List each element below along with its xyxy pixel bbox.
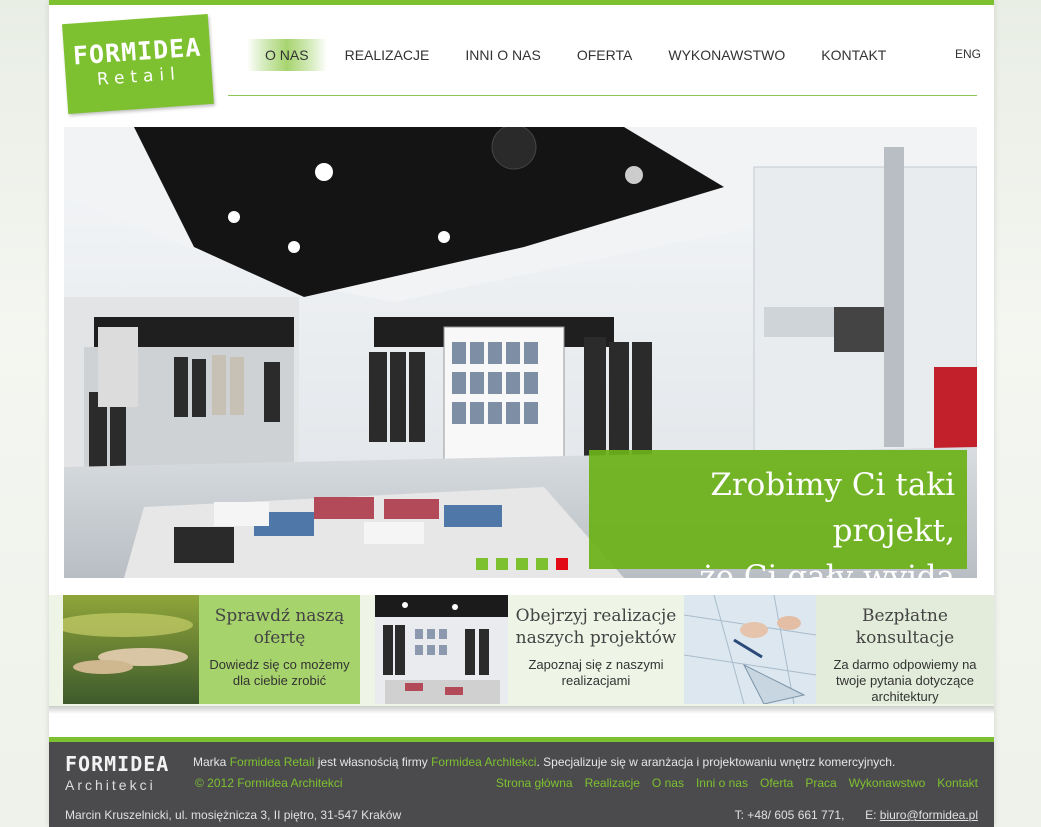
nav-item-inni-o-nas[interactable]: INNI O NAS	[447, 39, 558, 71]
footer-link-praca[interactable]: Praca	[805, 776, 836, 790]
brand-text-mid: jest własnością firmy	[314, 755, 432, 769]
slide-dot[interactable]	[536, 558, 548, 570]
nav-item-oferta[interactable]: OFERTA	[559, 39, 651, 71]
hero-caption-line1: Zrobimy Ci taki projekt,	[710, 467, 955, 549]
footer-link-kontakt[interactable]: Kontakt	[937, 776, 978, 790]
brand-text-post: . Specjalizuje się w aranżacja i projekt…	[536, 755, 896, 769]
slide-dot[interactable]	[516, 558, 528, 570]
footer-contact: T: +48/ 605 661 771, E: biuro@formidea.p…	[735, 808, 978, 822]
page-container: FORMIDEA Retail O NAS REALIZACJE INNI O …	[49, 0, 994, 827]
promo-thumb-drawings	[684, 595, 816, 704]
promo-thumb-store	[375, 595, 508, 704]
nav-item-realizacje[interactable]: REALIZACJE	[327, 39, 448, 71]
promo-desc-line2: twoje pytania dotyczące	[835, 673, 975, 688]
promo-title-line1: Bezpłatne	[862, 606, 948, 626]
promo-desc-line3: architektury	[871, 689, 939, 704]
brand-text-pre: Marka	[193, 755, 230, 769]
nav-item-wykonawstwo[interactable]: WYKONAWSTWO	[650, 39, 803, 71]
promo-desc-line1: Dowiedz się co możemy	[209, 657, 350, 672]
footer-logo-line2: Architekci	[65, 777, 156, 793]
promo-text-oferta: Sprawdź naszą ofertę Dowiedz się co może…	[199, 595, 360, 704]
slide-dot[interactable]	[496, 558, 508, 570]
nav-item-kontakt[interactable]: KONTAKT	[803, 39, 904, 71]
slide-indicators	[476, 558, 568, 570]
hero-slideshow[interactable]: Zrobimy Ci taki projekt, że Ci gały wyjd…	[64, 127, 977, 578]
promo-desc-line2: realizacjami	[561, 673, 631, 688]
promo-title-line2: konsultacje	[855, 628, 955, 648]
footer-link-strona-glowna[interactable]: Strona główna	[496, 776, 573, 790]
footer-logo-line1: FORMIDEA	[65, 752, 170, 776]
promo-title-line1: Obejrzyj realizacje	[515, 606, 677, 626]
promo-title-line2: ofertę	[253, 628, 306, 648]
promo-text-konsultacje: Bezpłatne konsultacje Za darmo odpowiemy…	[816, 595, 994, 704]
promo-desc-line1: Zapoznaj się z naszymi	[528, 657, 664, 672]
footer-nav: Strona główna Realizacje O nas Inni o na…	[496, 776, 978, 790]
nav-item-o-nas[interactable]: O NAS	[247, 39, 327, 71]
footer-address: Marcin Kruszelnicki, ul. mosiężnicza 3, …	[65, 808, 402, 822]
promo-title-line2: naszych projektów	[515, 628, 677, 648]
footer-email-label: E:	[865, 808, 880, 822]
formidea-retail-logo[interactable]: FORMIDEA Retail	[62, 14, 214, 114]
promo-card-konsultacje[interactable]: Bezpłatne konsultacje Za darmo odpowiemy…	[684, 595, 994, 706]
slide-dot[interactable]	[476, 558, 488, 570]
footer-phone: T: +48/ 605 661 771,	[734, 808, 845, 822]
main-nav: O NAS REALIZACJE INNI O NAS OFERTA WYKON…	[247, 39, 904, 71]
nav-divider	[228, 95, 977, 96]
promo-desc-line2: dla ciebie zrobić	[232, 673, 327, 688]
promo-desc-line1: Za darmo odpowiemy na	[833, 657, 977, 672]
language-switch[interactable]: ENG	[955, 47, 981, 61]
promo-text-realizacje: Obejrzyj realizacje naszych projektów Za…	[508, 595, 684, 704]
hero-caption: Zrobimy Ci taki projekt, że Ci gały wyjd…	[589, 450, 967, 578]
brand-name: Formidea Retail	[229, 755, 315, 769]
footer-email-link[interactable]: biuro@formidea.pl	[880, 808, 978, 822]
promo-shadow	[49, 706, 994, 714]
footer-link-oferta[interactable]: Oferta	[760, 776, 793, 790]
footer-brand-text: Marka Formidea Retail jest własnością fi…	[193, 755, 895, 769]
footer-link-realizacje[interactable]: Realizacje	[585, 776, 640, 790]
slide-dot-active[interactable]	[556, 558, 568, 570]
promo-row: Sprawdź naszą ofertę Dowiedz się co może…	[49, 595, 994, 706]
footer-link-inni-o-nas[interactable]: Inni o nas	[696, 776, 748, 790]
promo-card-realizacje[interactable]: Obejrzyj realizacje naszych projektów Za…	[375, 595, 684, 706]
hero-caption-line2: że Ci gały wyjdą	[699, 559, 955, 578]
promo-title-line1: Sprawdź naszą	[214, 606, 345, 626]
formidea-architekci-logo[interactable]: FORMIDEA Architekci	[65, 752, 169, 793]
footer-link-wykonawstwo[interactable]: Wykonawstwo	[849, 776, 926, 790]
copyright: © 2012 Formidea Architekci	[195, 776, 343, 790]
footer-link-o-nas[interactable]: O nas	[652, 776, 684, 790]
footer: FORMIDEA Architekci Marka Formidea Retai…	[49, 737, 994, 827]
company-name: Formidea Architekci	[431, 755, 537, 769]
promo-thumb-water	[63, 595, 199, 704]
promo-card-oferta[interactable]: Sprawdź naszą ofertę Dowiedz się co może…	[63, 595, 360, 706]
